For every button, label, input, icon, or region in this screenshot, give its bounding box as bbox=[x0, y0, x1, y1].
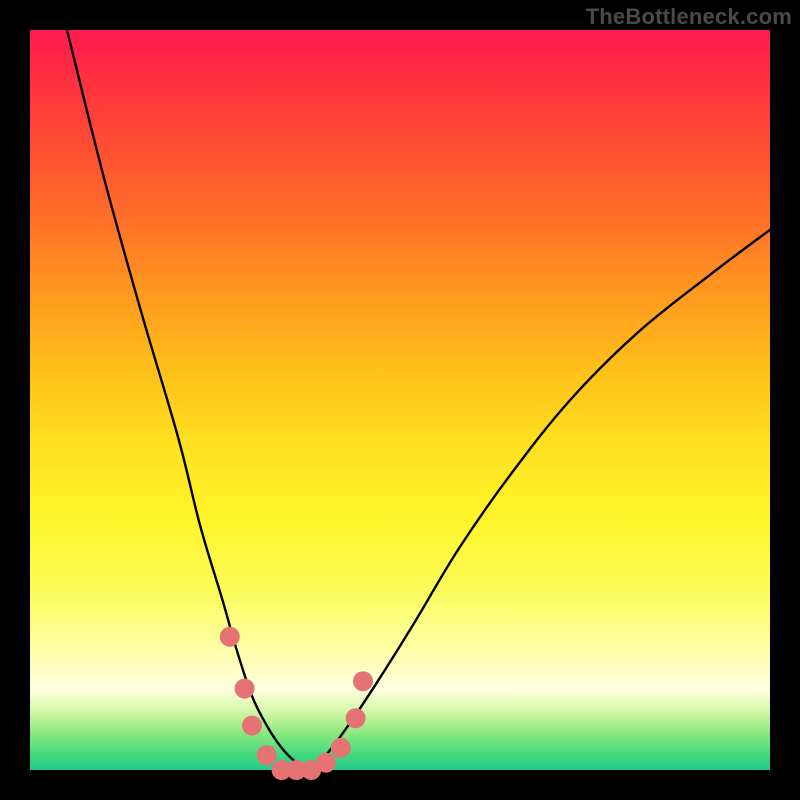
watermark-text: TheBottleneck.com bbox=[586, 4, 792, 30]
chart-frame: TheBottleneck.com bbox=[0, 0, 800, 800]
marker-layer bbox=[220, 627, 373, 780]
series-right-branch bbox=[311, 230, 770, 770]
highlight-dot bbox=[346, 708, 366, 728]
highlight-dot bbox=[242, 716, 262, 736]
highlight-dot bbox=[235, 679, 255, 699]
curve-layer bbox=[67, 30, 770, 770]
highlight-dot bbox=[331, 738, 351, 758]
highlight-dot bbox=[220, 627, 240, 647]
highlight-dot bbox=[353, 671, 373, 691]
series-left-branch bbox=[67, 30, 311, 770]
highlight-dot bbox=[257, 745, 277, 765]
chart-svg bbox=[0, 0, 800, 800]
highlight-dot bbox=[316, 753, 336, 773]
